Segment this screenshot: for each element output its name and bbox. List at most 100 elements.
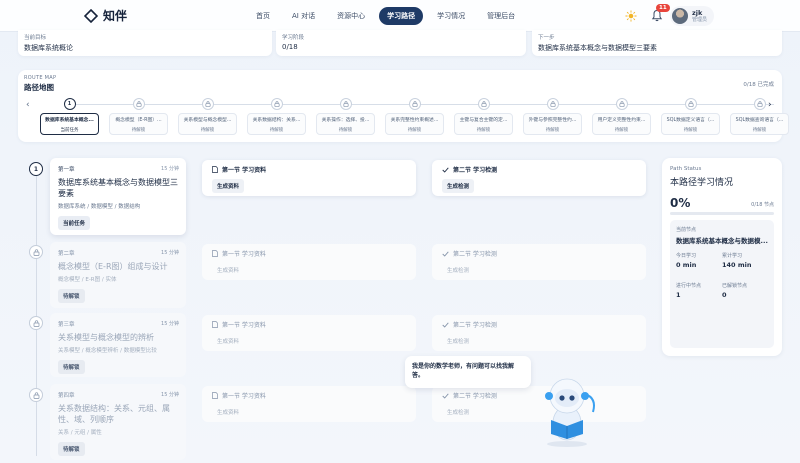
notification-badge: 11 bbox=[656, 4, 670, 12]
chapter-card-2[interactable]: 第二章 15 分钟 概念模型（E-R图）组成与设计 概念模型 / E-R图 / … bbox=[50, 242, 186, 308]
nav-ai-chat[interactable]: AI 对话 bbox=[284, 7, 323, 25]
nav-resources[interactable]: 资源中心 bbox=[329, 7, 373, 25]
route-node-locked[interactable] bbox=[546, 98, 559, 110]
status-title: 本路径学习情况 bbox=[670, 178, 734, 188]
learning-stage-value: 0/18 bbox=[282, 43, 298, 51]
section-quiz-card[interactable]: 第二节 学习检测 生成检测 bbox=[432, 160, 646, 196]
route-node-chip[interactable]: SQL数据定义语言（... 待解锁 bbox=[661, 113, 720, 135]
route-track-line bbox=[68, 104, 774, 105]
route-node-locked[interactable] bbox=[132, 98, 145, 110]
chapter-title: 关系数据结构：关系、元组、属性、域、列顺序 bbox=[58, 404, 170, 424]
assistant-speech-bubble[interactable]: 我是你的数学老师，有问题可以找我解答。 bbox=[405, 356, 531, 388]
section-quiz-card[interactable]: 第二节 学习检测 生成检测 bbox=[432, 315, 646, 351]
route-node-title: 数据库系统基本概念... bbox=[45, 118, 94, 123]
generate-materials-button[interactable]: 生成资料 bbox=[212, 179, 245, 193]
current-goal-label: 当前目标 bbox=[24, 35, 47, 41]
section-title-text: 第二节 学习检测 bbox=[453, 322, 497, 329]
chapter-card-4[interactable]: 第四章 15 分钟 关系数据结构：关系、元组、属性、域、列顺序 关系 / 元组 … bbox=[50, 384, 186, 460]
route-node-locked[interactable] bbox=[684, 98, 697, 110]
next-step-value: 数据库系统基本概念与数据模型三要素 bbox=[538, 44, 657, 52]
route-node-locked[interactable] bbox=[339, 98, 352, 110]
route-node-locked[interactable] bbox=[270, 98, 283, 110]
route-node-chip[interactable]: 主键与复合主键的定... 待解锁 bbox=[454, 113, 513, 135]
total-label: 累计学习 bbox=[722, 253, 743, 259]
section-materials-card[interactable]: 第一节 学习资料 生成资料 bbox=[202, 244, 416, 280]
locked-button[interactable]: 待解锁 bbox=[58, 360, 85, 374]
lock-icon bbox=[481, 101, 486, 107]
route-node-title: 关系模型与概念模型... bbox=[183, 118, 232, 123]
chapter-card-1[interactable]: 第一章 15 分钟 数据库系统基本概念与数据模型三要素 数据库系统 / 数据模型… bbox=[50, 158, 186, 235]
section-title-text: 第二节 学习检测 bbox=[453, 167, 498, 174]
section-title-text: 第一节 学习资料 bbox=[222, 167, 267, 174]
section-title: 第一节 学习资料 bbox=[212, 320, 406, 329]
scroll-right-arrow-icon[interactable]: › bbox=[768, 100, 772, 110]
route-node-chip[interactable]: 关系完整性约束概述... 待解锁 bbox=[385, 113, 444, 135]
chapter-number: 第四章 bbox=[58, 393, 75, 399]
section-title: 第一节 学习资料 bbox=[212, 249, 406, 258]
current-task-button[interactable]: 当前任务 bbox=[58, 216, 91, 230]
section-title-text: 第一节 学习资料 bbox=[222, 322, 266, 329]
route-node-status: 待解锁 bbox=[269, 128, 284, 133]
route-node-chip[interactable]: 概念模型（E-R图）... 待解锁 bbox=[109, 113, 168, 135]
chapter-card-3[interactable]: 第三章 15 分钟 关系模型与概念模型的辨析 关系模型 / 概念模型辨析 / 数… bbox=[50, 313, 186, 377]
route-node-title: 关系操作：选择、投... bbox=[321, 118, 370, 123]
main-nav: 首页 AI 对话 资源中心 学习路径 学习情况 管理后台 bbox=[248, 7, 523, 25]
route-node-chip[interactable]: 数据库系统基本概念... 当前任务 bbox=[40, 113, 99, 135]
chapter-title: 关系模型与概念模型的辨析 bbox=[58, 333, 154, 342]
sun-icon[interactable] bbox=[625, 10, 637, 22]
generate-materials-button[interactable]: 生成资料 bbox=[212, 405, 244, 419]
generate-quiz-button[interactable]: 生成检测 bbox=[442, 405, 474, 419]
route-node-locked[interactable] bbox=[615, 98, 628, 110]
route-node-status: 待解锁 bbox=[752, 128, 767, 133]
chapter-number: 第一章 bbox=[58, 167, 75, 173]
nav-home[interactable]: 首页 bbox=[248, 7, 278, 25]
section-title-text: 第二节 学习检测 bbox=[453, 393, 497, 400]
node-count-row: 进行中节点 1 已解锁节点 0 bbox=[676, 282, 768, 299]
generate-materials-button[interactable]: 生成资料 bbox=[212, 263, 244, 277]
route-node-chip[interactable]: 关系操作：选择、投... 待解锁 bbox=[316, 113, 375, 135]
generate-quiz-button[interactable]: 生成检测 bbox=[442, 263, 474, 277]
nav-admin[interactable]: 管理后台 bbox=[479, 7, 523, 25]
route-node-chip[interactable]: SQL数据查询语言（... 待解锁 bbox=[730, 113, 789, 135]
chapter-lock-marker bbox=[29, 316, 43, 330]
section-materials-card[interactable]: 第一节 学习资料 生成资料 bbox=[202, 386, 416, 422]
route-node-chip[interactable]: 关系数据结构：关系... 待解锁 bbox=[247, 113, 306, 135]
diamond-logo-icon bbox=[84, 8, 98, 23]
lock-icon bbox=[205, 101, 210, 107]
route-node-locked[interactable] bbox=[201, 98, 214, 110]
route-node-chip[interactable]: 关系模型与概念模型... 待解锁 bbox=[178, 113, 237, 135]
progress-percent: 0% bbox=[670, 196, 691, 210]
today-value: 0 min bbox=[676, 261, 697, 269]
route-node-chip[interactable]: 外键与参照完整性约... 待解锁 bbox=[523, 113, 582, 135]
section-quiz-card[interactable]: 第二节 学习检测 生成检测 bbox=[432, 244, 646, 280]
nav-learning-path[interactable]: 学习路径 bbox=[379, 7, 424, 25]
avatar bbox=[672, 8, 688, 24]
chapter-lock-marker bbox=[29, 245, 43, 259]
route-node-locked[interactable] bbox=[408, 98, 421, 110]
route-node-current[interactable]: 1 bbox=[63, 98, 76, 110]
user-menu[interactable]: zjk 管理员 bbox=[670, 6, 715, 26]
check-icon bbox=[442, 322, 449, 328]
scroll-left-arrow-icon[interactable]: ‹ bbox=[26, 100, 30, 110]
route-node-chip[interactable]: 用户定义完整性约束... 待解锁 bbox=[592, 113, 651, 135]
robot-mascot-icon[interactable] bbox=[527, 368, 607, 448]
route-node-locked[interactable] bbox=[753, 98, 766, 110]
locked-button[interactable]: 待解锁 bbox=[58, 289, 85, 303]
route-node-locked[interactable] bbox=[477, 98, 490, 110]
nav-learning-status[interactable]: 学习情况 bbox=[429, 7, 473, 25]
brand-logo[interactable]: 知伴 bbox=[84, 7, 127, 24]
study-time-row: 今日学习 0 min 累计学习 140 min bbox=[676, 252, 768, 269]
section-materials-card[interactable]: 第一节 学习资料 生成资料 bbox=[202, 160, 416, 196]
generate-quiz-button[interactable]: 生成检测 bbox=[442, 334, 474, 348]
section-materials-card[interactable]: 第一节 学习资料 生成资料 bbox=[202, 315, 416, 351]
chapter-duration: 15 分钟 bbox=[161, 250, 179, 256]
section-title: 第一节 学习资料 bbox=[212, 391, 406, 400]
locked-button[interactable]: 待解锁 bbox=[58, 442, 85, 456]
current-node-value: 数据库系统基本概念与数据模... bbox=[676, 237, 768, 245]
progress-bar bbox=[670, 212, 774, 215]
status-details: 当前节点 数据库系统基本概念与数据模... 今日学习 0 min 累计学习 14… bbox=[670, 220, 774, 348]
generate-materials-button[interactable]: 生成资料 bbox=[212, 334, 244, 348]
route-node-status: 待解锁 bbox=[131, 128, 146, 133]
generate-quiz-button[interactable]: 生成检测 bbox=[442, 179, 475, 193]
status-tag: Path Status bbox=[670, 166, 702, 172]
